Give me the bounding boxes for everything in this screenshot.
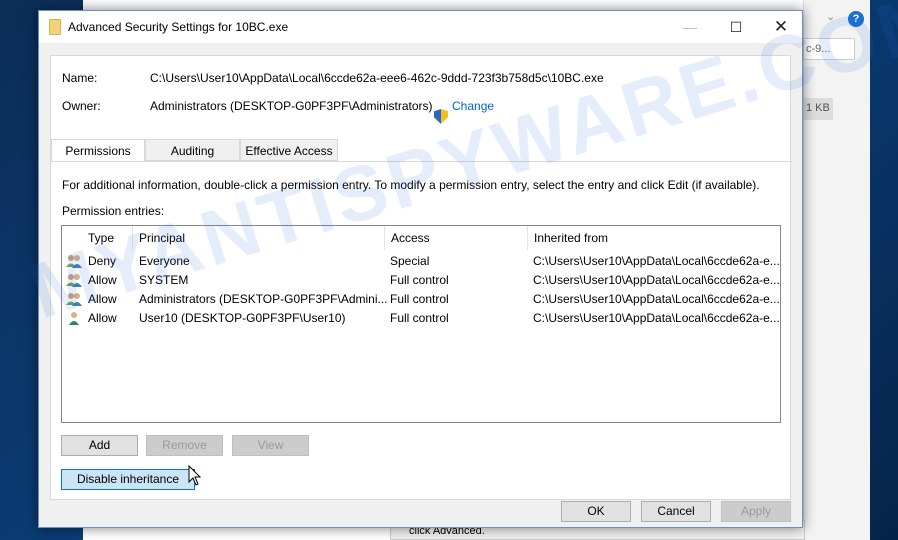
owner-value: Administrators (DESKTOP-G0PF3PF\Administ… bbox=[150, 99, 433, 113]
entry-access: Full control bbox=[390, 311, 449, 325]
dialog-title: Advanced Security Settings for 10BC.exe bbox=[68, 20, 289, 34]
entry-access: Full control bbox=[390, 292, 449, 306]
entry-access: Full control bbox=[390, 273, 449, 287]
user-icon bbox=[69, 312, 79, 325]
entry-principal: SYSTEM bbox=[139, 273, 189, 287]
search-text: c-9... bbox=[806, 43, 831, 55]
title-bar[interactable]: Advanced Security Settings for 10BC.exe … bbox=[39, 11, 802, 43]
entry-access: Special bbox=[390, 254, 430, 268]
column-header-type[interactable]: Type bbox=[82, 226, 133, 250]
minimize-button[interactable]: — bbox=[667, 11, 713, 43]
size-badge: 1 KB bbox=[803, 98, 833, 120]
help-icon[interactable]: ? bbox=[848, 11, 864, 27]
entry-inherited-from: C:\Users\User10\AppData\Local\6ccde62a-e… bbox=[533, 311, 780, 325]
entries-label: Permission entries: bbox=[62, 204, 165, 218]
uac-shield-icon bbox=[434, 109, 448, 124]
content-panel: Name: C:\Users\User10\AppData\Local\6ccd… bbox=[50, 55, 792, 500]
disable-inheritance-button[interactable]: Disable inheritance bbox=[61, 469, 195, 490]
tab-permissions[interactable]: Permissions bbox=[51, 139, 145, 162]
entry-type: Allow bbox=[88, 292, 117, 306]
info-text: For additional information, double-click… bbox=[62, 178, 760, 192]
tab-auditing[interactable]: Auditing bbox=[145, 139, 240, 161]
group-users-icon bbox=[66, 274, 82, 287]
table-row[interactable]: Allow User10 (DESKTOP-G0PF3PF\User10) Fu… bbox=[62, 308, 780, 327]
entry-principal: Everyone bbox=[139, 254, 190, 268]
table-row[interactable]: Allow SYSTEM Full control C:\Users\User1… bbox=[62, 270, 780, 289]
column-header-inherited-from[interactable]: Inherited from bbox=[528, 226, 780, 250]
group-users-icon bbox=[66, 293, 82, 306]
permission-entries-list[interactable]: Type Principal Access Inherited from Den… bbox=[61, 225, 781, 423]
column-header-principal[interactable]: Principal bbox=[133, 226, 385, 250]
apply-button[interactable]: Apply bbox=[721, 501, 791, 522]
table-row[interactable]: Deny Everyone Special C:\Users\User10\Ap… bbox=[62, 251, 780, 270]
change-owner-link[interactable]: Change bbox=[452, 99, 494, 113]
mouse-cursor-icon bbox=[188, 465, 202, 486]
entry-inherited-from: C:\Users\User10\AppData\Local\6ccde62a-e… bbox=[533, 254, 780, 268]
entry-inherited-from: C:\Users\User10\AppData\Local\6ccde62a-e… bbox=[533, 273, 780, 287]
entry-principal: User10 (DESKTOP-G0PF3PF\User10) bbox=[139, 311, 346, 325]
name-label: Name: bbox=[62, 71, 98, 85]
entry-type: Allow bbox=[88, 273, 117, 287]
chevron-down-icon[interactable]: ⌄ bbox=[826, 10, 835, 23]
column-header-access[interactable]: Access bbox=[385, 226, 528, 250]
name-value: C:\Users\User10\AppData\Local\6ccde62a-e… bbox=[150, 71, 604, 85]
table-row[interactable]: Allow Administrators (DESKTOP-G0PF3PF\Ad… bbox=[62, 289, 780, 308]
tab-strip: Permissions Auditing Effective Access bbox=[51, 139, 790, 162]
entry-inherited-from: C:\Users\User10\AppData\Local\6ccde62a-e… bbox=[533, 292, 780, 306]
close-button[interactable]: ✕ bbox=[758, 11, 804, 43]
entry-principal: Administrators (DESKTOP-G0PF3PF\Admini..… bbox=[139, 292, 388, 306]
background-side-pane bbox=[803, 0, 870, 540]
entry-type: Deny bbox=[88, 254, 117, 268]
maximize-button[interactable]: ☐ bbox=[713, 11, 759, 43]
group-users-icon bbox=[66, 255, 82, 268]
add-button[interactable]: Add bbox=[61, 435, 138, 456]
ok-button[interactable]: OK bbox=[561, 501, 631, 522]
cancel-button[interactable]: Cancel bbox=[641, 501, 711, 522]
folder-icon bbox=[49, 19, 61, 35]
background-search-box[interactable]: c-9... bbox=[803, 38, 855, 60]
view-button[interactable]: View bbox=[232, 435, 309, 456]
entry-type: Allow bbox=[88, 311, 117, 325]
advanced-security-dialog: Advanced Security Settings for 10BC.exe … bbox=[38, 10, 803, 528]
remove-button[interactable]: Remove bbox=[146, 435, 223, 456]
tab-effective-access[interactable]: Effective Access bbox=[240, 139, 338, 161]
owner-label: Owner: bbox=[62, 99, 101, 113]
